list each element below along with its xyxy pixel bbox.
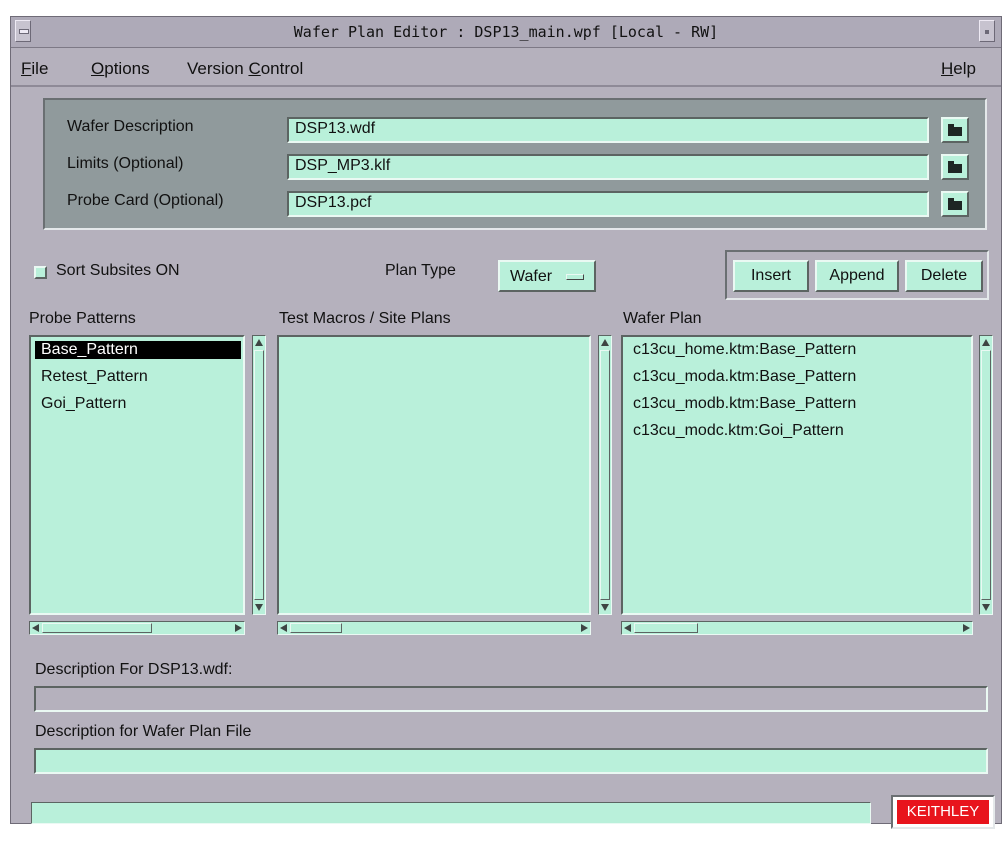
probe-card-field[interactable]: DSP13.pcf: [287, 191, 929, 217]
menu-bar: File Options Version Control Help: [11, 49, 1001, 87]
folder-icon-body: [948, 164, 962, 173]
scroll-thumb[interactable]: [981, 350, 991, 600]
list-item[interactable]: Base_Pattern: [35, 341, 241, 359]
wafer-description-text-label: Description For DSP13.wdf:: [35, 661, 233, 678]
wafer-description-label: Wafer Description: [67, 118, 194, 135]
scroll-thumb[interactable]: [42, 623, 152, 633]
scroll-left-arrow-icon[interactable]: [280, 624, 287, 632]
probe-patterns-hscrollbar[interactable]: [29, 621, 245, 635]
wafer-plan-hscrollbar[interactable]: [621, 621, 973, 635]
menu-options[interactable]: Options: [91, 59, 150, 79]
plan-type-value: Wafer: [510, 268, 553, 285]
probe-patterns-list[interactable]: Base_Pattern Retest_Pattern Goi_Pattern: [29, 335, 245, 615]
wafer-plan-vscrollbar[interactable]: [979, 335, 993, 615]
menu-version-control-pre: Version: [187, 59, 249, 78]
list-item[interactable]: c13cu_moda.ktm:Base_Pattern: [633, 368, 856, 386]
insert-button[interactable]: Insert: [733, 260, 809, 292]
scroll-up-arrow-icon[interactable]: [255, 339, 263, 346]
scroll-left-arrow-icon[interactable]: [32, 624, 39, 632]
test-macros-hscrollbar[interactable]: [277, 621, 591, 635]
scroll-down-arrow-icon[interactable]: [982, 604, 990, 611]
scroll-down-arrow-icon[interactable]: [255, 604, 263, 611]
sort-subsites-checkbox[interactable]: [34, 266, 47, 279]
limits-browse-button[interactable]: [941, 154, 969, 180]
menu-help[interactable]: Help: [941, 59, 976, 79]
file-selection-panel: Wafer Description DSP13.wdf Limits (Opti…: [43, 98, 987, 230]
option-menu-indicator-icon: [566, 274, 584, 280]
scroll-down-arrow-icon[interactable]: [601, 604, 609, 611]
minimize-icon: [985, 30, 989, 34]
keithley-logo: KEITHLEY: [891, 795, 995, 829]
keithley-logo-text: KEITHLEY: [897, 800, 989, 824]
status-bar: [31, 802, 871, 824]
wafer-plan-description-label: Description for Wafer Plan File: [35, 723, 252, 740]
list-item[interactable]: c13cu_home.ktm:Base_Pattern: [633, 341, 856, 359]
wafer-plan-description-field[interactable]: [34, 748, 988, 774]
wafer-description-text-field[interactable]: [34, 686, 988, 712]
plan-type-select[interactable]: Wafer: [498, 260, 596, 292]
limits-label: Limits (Optional): [67, 155, 184, 172]
probe-card-label: Probe Card (Optional): [67, 192, 224, 209]
scroll-right-arrow-icon[interactable]: [581, 624, 588, 632]
plan-edit-button-group: Insert Append Delete: [725, 250, 989, 300]
plan-type-label: Plan Type: [385, 262, 456, 279]
test-macros-list[interactable]: [277, 335, 591, 615]
scroll-thumb[interactable]: [254, 350, 264, 600]
wafer-plan-editor-window: Wafer Plan Editor : DSP13_main.wpf [Loca…: [10, 16, 1002, 829]
menu-help-rest: elp: [953, 59, 976, 78]
list-item[interactable]: Retest_Pattern: [41, 368, 148, 386]
menu-version-control[interactable]: Version Control: [187, 59, 303, 79]
limits-field[interactable]: DSP_MP3.klf: [287, 154, 929, 180]
menu-options-rest: ptions: [104, 59, 150, 78]
scroll-up-arrow-icon[interactable]: [601, 339, 609, 346]
probe-patterns-header: Probe Patterns: [29, 310, 136, 327]
probe-card-browse-button[interactable]: [941, 191, 969, 217]
list-item[interactable]: Goi_Pattern: [41, 395, 126, 413]
probe-patterns-vscrollbar[interactable]: [252, 335, 266, 615]
list-item[interactable]: c13cu_modb.ktm:Base_Pattern: [633, 395, 856, 413]
delete-button[interactable]: Delete: [905, 260, 983, 292]
scroll-thumb[interactable]: [634, 623, 698, 633]
menu-version-control-mnemonic: C: [248, 59, 261, 78]
scroll-thumb[interactable]: [290, 623, 342, 633]
test-macros-header: Test Macros / Site Plans: [279, 310, 451, 327]
menu-version-control-rest: ontrol: [260, 59, 304, 78]
sort-subsites-label: Sort Subsites ON: [56, 262, 180, 279]
minimize-button[interactable]: [979, 20, 995, 42]
list-item[interactable]: c13cu_modc.ktm:Goi_Pattern: [633, 422, 844, 440]
scroll-thumb[interactable]: [600, 350, 610, 600]
window-title: Wafer Plan Editor : DSP13_main.wpf [Loca…: [293, 23, 719, 41]
append-button[interactable]: Append: [815, 260, 899, 292]
wafer-plan-list[interactable]: c13cu_home.ktm:Base_Pattern c13cu_moda.k…: [621, 335, 973, 615]
test-macros-vscrollbar[interactable]: [598, 335, 612, 615]
scroll-up-arrow-icon[interactable]: [982, 339, 990, 346]
menu-file[interactable]: File: [21, 59, 48, 79]
scroll-right-arrow-icon[interactable]: [963, 624, 970, 632]
menu-file-rest: ile: [31, 59, 49, 78]
folder-icon-body: [948, 127, 962, 136]
scroll-left-arrow-icon[interactable]: [624, 624, 631, 632]
scroll-right-arrow-icon[interactable]: [235, 624, 242, 632]
menu-help-mnemonic: H: [941, 59, 954, 78]
title-bar[interactable]: Wafer Plan Editor : DSP13_main.wpf [Loca…: [11, 17, 1001, 48]
folder-icon-body: [948, 201, 962, 210]
menu-options-mnemonic: O: [91, 59, 105, 78]
wafer-description-field[interactable]: DSP13.wdf: [287, 117, 929, 143]
wafer-plan-header: Wafer Plan: [623, 310, 702, 327]
menu-file-mnemonic: F: [21, 59, 32, 78]
wafer-description-browse-button[interactable]: [941, 117, 969, 143]
